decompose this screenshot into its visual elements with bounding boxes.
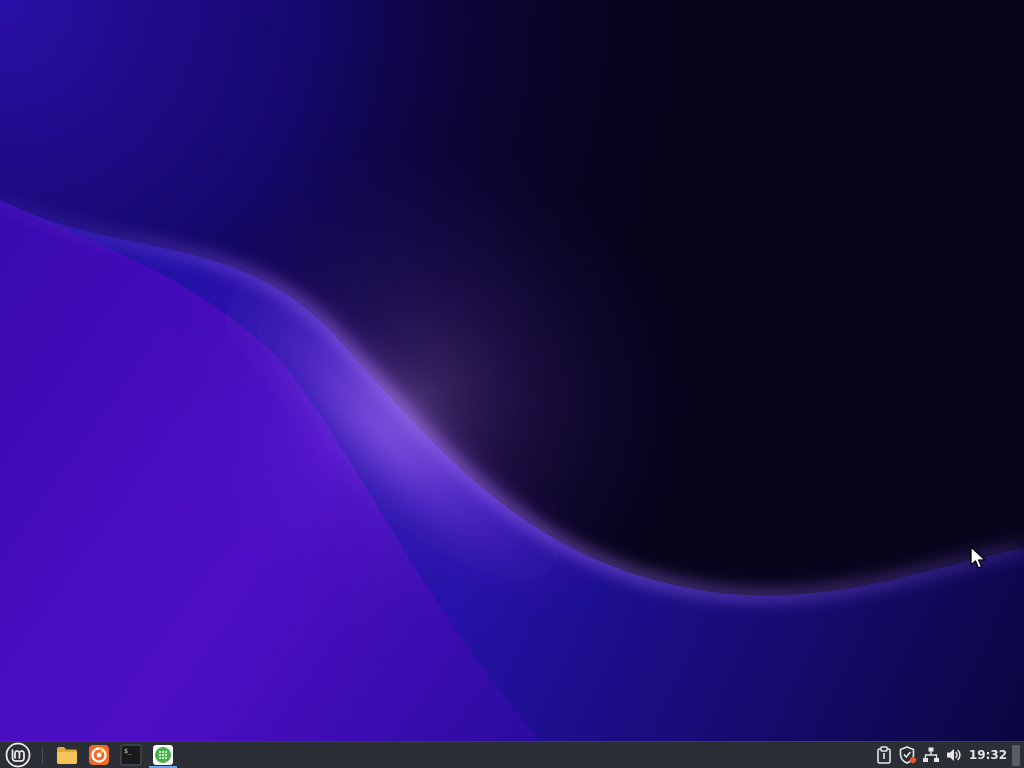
wallpaper [0, 0, 1024, 741]
folder-icon [57, 747, 77, 764]
launcher-files[interactable] [53, 742, 81, 768]
volume-icon [947, 749, 961, 761]
network-icon [923, 747, 939, 762]
tray-clipboard[interactable] [874, 742, 894, 768]
svg-text:$_: $_ [124, 747, 132, 755]
launcher-terminal[interactable]: $_ [117, 742, 145, 768]
launcher-calculator[interactable] [149, 742, 177, 768]
taskbar: $_ 19:32 [0, 741, 1024, 768]
menu-button[interactable] [2, 742, 34, 768]
taskbar-separator [42, 746, 43, 765]
clipboard-icon [877, 746, 891, 764]
linux-mint-logo-icon [5, 742, 31, 768]
tray-volume[interactable] [943, 742, 965, 768]
calculator-icon [153, 745, 173, 765]
terminal-icon: $_ [120, 744, 142, 766]
tray-update-manager[interactable] [897, 742, 919, 768]
mouse-cursor-icon [970, 546, 986, 569]
desktop[interactable] [0, 0, 1024, 741]
clock[interactable]: 19:32 [968, 742, 1008, 768]
show-desktop-button[interactable] [1012, 745, 1020, 766]
shield-update-icon [899, 746, 917, 764]
launcher-firefox[interactable] [85, 742, 113, 768]
tray-network[interactable] [920, 742, 942, 768]
firefox-icon [89, 745, 109, 765]
